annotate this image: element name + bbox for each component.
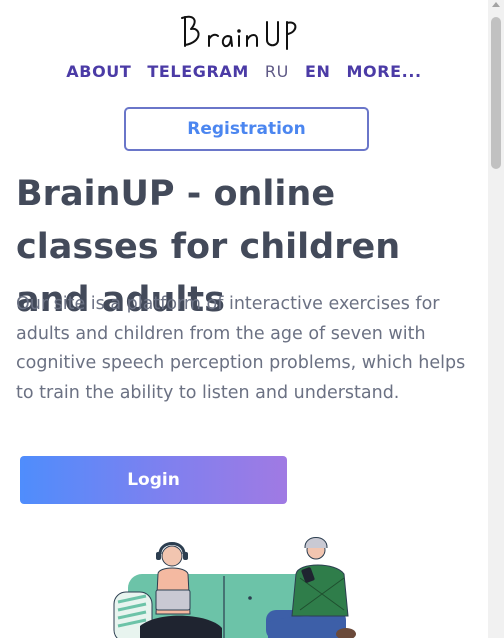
vertical-scrollbar[interactable]	[488, 0, 504, 638]
brainup-logo[interactable]	[0, 12, 488, 52]
laptop-icon	[155, 589, 191, 611]
nav-about-link[interactable]: ABOUT	[66, 62, 131, 81]
scrollbar-thumb[interactable]	[491, 17, 501, 169]
person-left-head	[161, 545, 183, 567]
top-nav: ABOUT TELEGRAM RU EN MORE...	[0, 62, 488, 81]
registration-button[interactable]: Registration	[124, 107, 369, 151]
main-content: ABOUT TELEGRAM RU EN MORE... Registratio…	[0, 0, 488, 638]
login-button[interactable]: Login	[20, 456, 287, 504]
scroll-up-arrow-icon[interactable]	[492, 2, 500, 7]
people-on-sofa-illustration	[113, 537, 356, 638]
nav-more-link[interactable]: MORE...	[346, 62, 421, 81]
nav-telegram-link[interactable]: TELEGRAM	[147, 62, 249, 81]
hero-description: Our site is a platform of interactive ex…	[16, 294, 466, 403]
nav-language-ru[interactable]: RU	[265, 62, 289, 81]
nav-language-en[interactable]: EN	[305, 62, 331, 81]
page: ABOUT TELEGRAM RU EN MORE... Registratio…	[0, 0, 504, 638]
person-right-body	[291, 564, 349, 617]
brainup-logo-mark	[181, 15, 297, 50]
